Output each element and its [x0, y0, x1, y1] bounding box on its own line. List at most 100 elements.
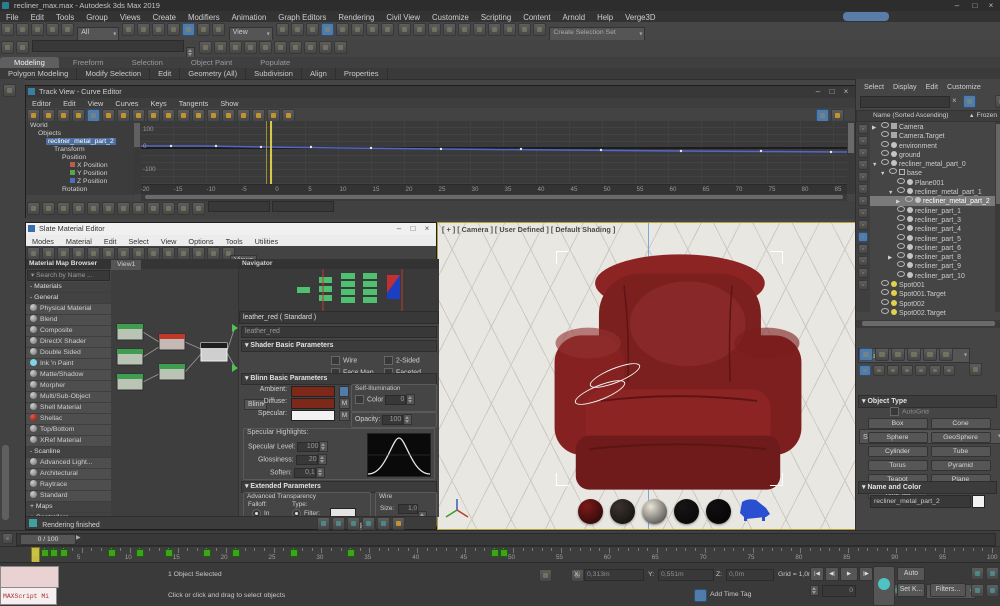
cp-category-cameras-icon[interactable] — [901, 365, 913, 376]
leather-red-sphere[interactable] — [578, 499, 603, 524]
pan-view-icon[interactable] — [986, 584, 999, 597]
soften-value[interactable]: 0,1 — [294, 468, 316, 478]
toggle-scene-explorer-icon[interactable] — [428, 23, 441, 36]
ce-tree-item-z-position[interactable]: Z Position — [26, 178, 133, 186]
ambient-diffuse-lock-icon[interactable] — [339, 386, 349, 397]
cp-category-helpers-icon[interactable] — [915, 365, 927, 376]
sme-zoom-region-icon[interactable] — [347, 517, 360, 530]
add-to-layer-icon[interactable] — [199, 41, 212, 54]
zoom-value-extents-icon[interactable] — [87, 202, 100, 215]
sme-menu-tools[interactable]: Tools — [220, 235, 249, 246]
time-slider-next-icon[interactable]: ▶ — [76, 534, 81, 541]
select-and-rotate-icon[interactable] — [197, 23, 210, 36]
object-color-swatch[interactable] — [972, 495, 985, 508]
minimize-button[interactable]: – — [950, 0, 964, 11]
sme-menu-modes[interactable]: Modes — [26, 235, 60, 246]
visibility-eye-icon[interactable] — [897, 234, 905, 240]
display-materials-icon[interactable] — [858, 256, 868, 266]
mirror-icon[interactable] — [398, 23, 411, 36]
select-layer-objects-icon[interactable] — [214, 41, 227, 54]
scene-explorer-icon[interactable] — [289, 41, 302, 54]
sme-node-view[interactable]: View1 — [111, 259, 238, 517]
mmb-search-input[interactable]: ▾ Search by Name ... — [27, 270, 110, 281]
ce-menu-view[interactable]: View — [82, 98, 110, 108]
display-shapes-icon[interactable] — [858, 148, 868, 158]
animation-key[interactable] — [60, 549, 68, 557]
se-row-camera[interactable]: ▶Camera — [870, 122, 995, 131]
z-coordinate-field[interactable]: 0,0m — [726, 569, 774, 581]
navigation-icon[interactable] — [57, 202, 70, 215]
glossiness-value[interactable]: 20 — [296, 455, 318, 465]
sme-minimize-button[interactable]: – — [392, 223, 406, 235]
mirror-layer-icon[interactable] — [259, 41, 272, 54]
align-layer-icon[interactable] — [274, 41, 287, 54]
se-row-recliner-part-8[interactable]: ▶recliner_part_8 — [870, 252, 995, 261]
se-row-recliner-part-6[interactable]: recliner_part_6 — [870, 243, 995, 252]
se-row-spot001[interactable]: Spot001 — [870, 280, 995, 289]
create-pyramid-button[interactable]: Pyramid — [931, 460, 991, 471]
animation-key[interactable] — [41, 549, 49, 557]
ce-menu-keys[interactable]: Keys — [144, 98, 172, 108]
layer-explorer-toggle-icon[interactable] — [1, 41, 14, 54]
ce-menu-curves[interactable]: Curves — [109, 98, 144, 108]
ribbon-tab-freeform[interactable]: Freeform — [59, 57, 118, 68]
create-torus-button[interactable]: Torus — [868, 460, 928, 471]
ce-tree-item-y-position[interactable]: Y Position — [26, 170, 133, 178]
visibility-eye-icon[interactable] — [905, 196, 913, 202]
se-menu-edit[interactable]: Edit — [926, 82, 938, 91]
se-row-recliner-metal-part-1[interactable]: ▼recliner_metal_part_1 — [870, 187, 995, 196]
named-selection-sets-field[interactable]: Create Selection Set▾ — [549, 27, 645, 41]
display-children-icon[interactable] — [858, 280, 868, 290]
field-of-view-icon[interactable] — [971, 584, 984, 597]
percent-snap-icon[interactable] — [351, 23, 364, 36]
toggle-layer-explorer-icon[interactable] — [443, 23, 456, 36]
previous-frame-button[interactable]: ◀| — [825, 567, 839, 581]
ce-tree-item-objects[interactable]: Objects — [26, 130, 133, 138]
timeline-options-icon[interactable] — [2, 533, 13, 544]
key-filters-button[interactable]: Filters... — [930, 583, 966, 597]
cp-category-systems-icon[interactable] — [943, 365, 955, 376]
create-cylinder-button[interactable]: Cylinder — [868, 446, 928, 457]
select-object-icon[interactable] — [122, 23, 135, 36]
material-editor-icon[interactable] — [319, 41, 332, 54]
mmb-item-matte-shadow[interactable]: Matte/Shadow — [26, 370, 111, 381]
ce-key-time-field[interactable] — [208, 201, 270, 212]
zoom-time-icon[interactable] — [147, 202, 160, 215]
black-sphere-1[interactable] — [674, 499, 699, 524]
select-and-scale-icon[interactable] — [212, 23, 225, 36]
display-containers-icon[interactable] — [858, 244, 868, 254]
ce-menu-tangents[interactable]: Tangents — [173, 98, 215, 108]
cp-tab-utilities-icon[interactable] — [939, 348, 953, 361]
visibility-eye-icon[interactable] — [897, 187, 905, 193]
animation-key[interactable] — [491, 549, 499, 557]
visibility-eye-icon[interactable] — [881, 308, 889, 314]
ribbon-sub-subdivision[interactable]: Subdivision — [246, 68, 302, 79]
sme-menu-utilities[interactable]: Utilities — [249, 235, 285, 246]
sme-menu-material[interactable]: Material — [60, 235, 98, 246]
window-crossing-icon[interactable] — [167, 23, 180, 36]
y-coordinate-field[interactable]: 0,551m — [658, 569, 714, 581]
se-row-spot001-target[interactable]: Spot001.Target — [870, 289, 995, 298]
close-button[interactable]: × — [984, 0, 998, 11]
display-bones-icon[interactable] — [858, 232, 868, 242]
cream-sphere[interactable] — [642, 499, 667, 524]
set-keys-big-button[interactable] — [873, 566, 895, 606]
viewport-label[interactable]: [ + ] [ Camera ] [ User Defined ] [ Defa… — [442, 225, 615, 234]
se-row-recliner-metal-part-0[interactable]: ▼recliner_metal_part_0 — [870, 159, 995, 168]
time-slider-handle[interactable]: 0 / 100 — [20, 534, 76, 545]
sme-navigator[interactable]: Navigator — [238, 259, 439, 311]
mmb-item-physical-material[interactable]: Physical Material — [26, 304, 111, 315]
ce-tree-item-rotation[interactable]: Rotation — [26, 186, 133, 194]
animation-key[interactable] — [136, 549, 144, 557]
select-and-move-icon[interactable] — [182, 23, 195, 36]
visibility-eye-icon[interactable] — [897, 271, 905, 277]
sme-menu-view[interactable]: View — [155, 235, 183, 246]
create-tube-button[interactable]: Tube — [931, 446, 991, 457]
visibility-eye-icon[interactable] — [897, 224, 905, 230]
search-pill[interactable] — [843, 12, 889, 21]
sme-zoom-extents-icon[interactable] — [362, 517, 375, 530]
sme-maximize-button[interactable]: □ — [406, 223, 420, 235]
animation-key[interactable] — [203, 549, 211, 557]
redo-icon[interactable] — [16, 23, 29, 36]
mmb-section-general[interactable]: - General — [26, 293, 111, 304]
